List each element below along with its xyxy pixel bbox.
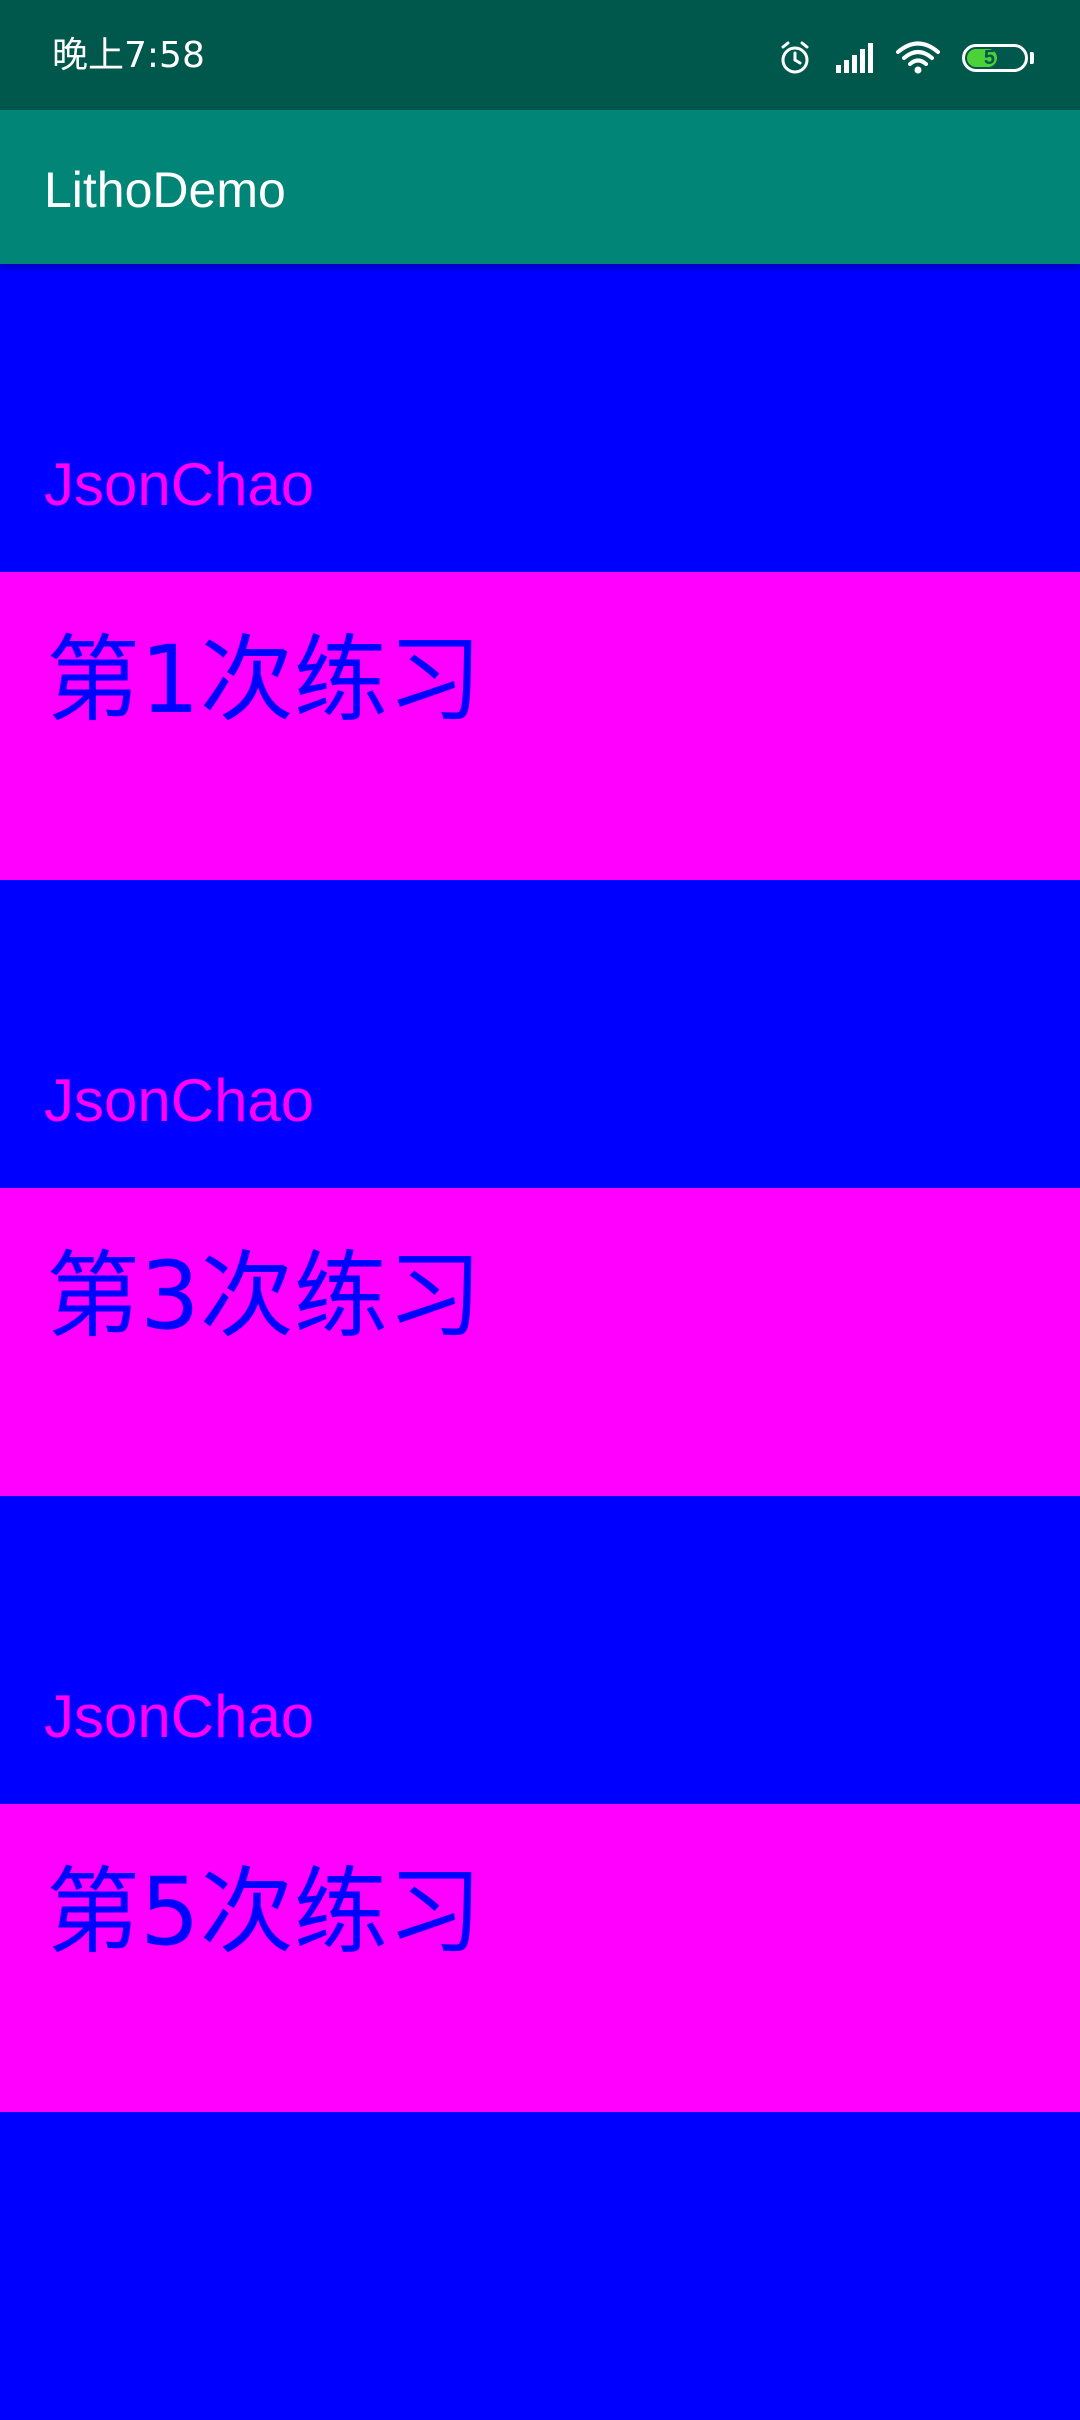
app-title: LithoDemo — [44, 162, 286, 218]
list-item-practice[interactable]: 第3次练习 — [0, 1188, 1080, 1496]
list-item-practice[interactable]: 第1次练习 — [0, 572, 1080, 880]
battery-tip — [1030, 52, 1034, 64]
battery-level: 51 — [983, 47, 1007, 69]
battery-icon: 51 — [962, 44, 1028, 72]
status-bar: 晚上7:58 51 — [0, 0, 1080, 110]
alarm-icon — [778, 41, 812, 75]
name-text: JsonChao — [44, 1683, 315, 1750]
list-item-name[interactable]: JsonChao — [0, 264, 1080, 572]
wifi-icon — [896, 41, 940, 75]
app-bar: LithoDemo — [0, 110, 1080, 264]
list-item-name[interactable]: JsonChao — [0, 880, 1080, 1188]
name-text: JsonChao — [44, 1067, 315, 1134]
status-icons: 51 — [778, 38, 1034, 78]
list-item-name[interactable]: JsonChao — [0, 1496, 1080, 1804]
practice-text: 第3次练习 — [46, 1242, 482, 1351]
list-item-name[interactable] — [0, 2112, 1080, 2420]
name-text: JsonChao — [44, 451, 315, 518]
signal-icon — [834, 43, 874, 73]
status-time: 晚上7:58 — [52, 35, 205, 76]
practice-text: 第1次练习 — [46, 626, 482, 735]
litho-list[interactable]: JsonChao 第1次练习 JsonChao 第3次练习 JsonChao 第… — [0, 264, 1080, 2420]
practice-text: 第5次练习 — [46, 1858, 482, 1967]
list-item-practice[interactable]: 第5次练习 — [0, 1804, 1080, 2112]
